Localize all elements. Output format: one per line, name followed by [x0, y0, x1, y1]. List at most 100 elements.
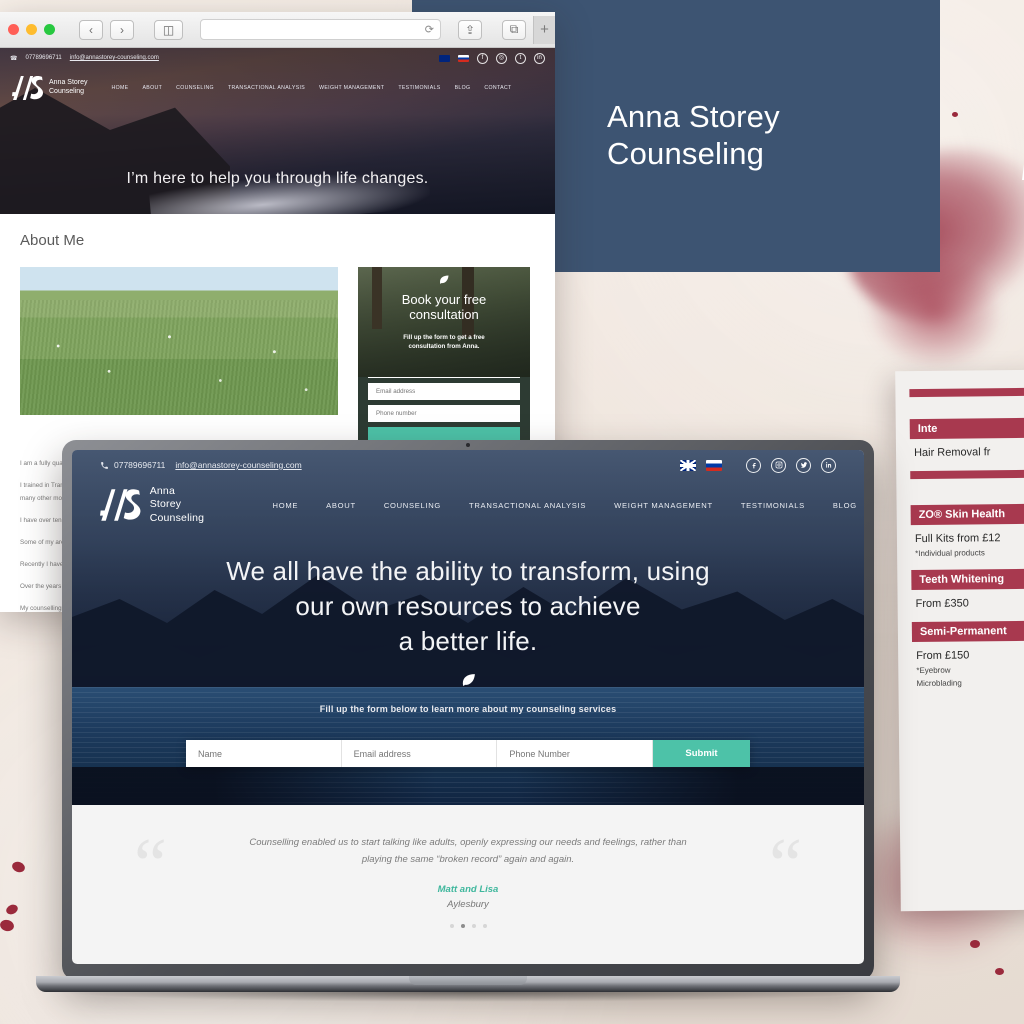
price-note: Microblading — [916, 678, 962, 689]
bg-nav-menu: HOME ABOUT COUNSELING TRANSACTIONAL ANAL… — [112, 85, 512, 91]
carousel-dot-2[interactable] — [460, 924, 465, 929]
flag-uk-icon[interactable] — [439, 54, 450, 62]
flag-uk-icon[interactable] — [680, 459, 696, 471]
as-monogram-icon — [12, 75, 44, 101]
bg-nav-item-counseling[interactable]: COUNSELING — [176, 85, 214, 91]
email-contact[interactable]: info@annastorey-counseling.com — [175, 460, 301, 470]
bg-about-section: About Me Book your free consultation Fil… — [0, 214, 555, 445]
show-tabs-button[interactable]: ⧉ — [502, 19, 526, 40]
macbook-lid: 07789696711 info@annastorey-counseling.c… — [62, 440, 874, 980]
flag-ru-icon[interactable] — [458, 54, 469, 62]
new-tab-button[interactable]: + — [533, 15, 555, 44]
hero-subtitle: Fill up the form below to learn more abo… — [319, 704, 617, 715]
carousel-dot-3[interactable] — [471, 924, 476, 929]
phone-number[interactable]: 07789696711 — [114, 460, 165, 470]
hero-headline: We all have the ability to transform, us… — [226, 556, 710, 656]
carousel-dots — [449, 924, 487, 929]
back-button[interactable]: ‹ — [79, 19, 103, 40]
email-link[interactable]: info@annastorey-counseling.com — [70, 55, 159, 61]
carousel-dot-4[interactable] — [482, 924, 487, 929]
macbook-screen: 07789696711 info@annastorey-counseling.c… — [72, 450, 864, 964]
price-line: From £150 — [916, 649, 970, 663]
minimize-window-button[interactable] — [26, 24, 37, 35]
reload-icon[interactable]: ⟳ — [425, 23, 434, 36]
nav-item-home[interactable]: HOME — [259, 501, 313, 510]
price-section-bar: Inte — [909, 416, 1024, 440]
bg-site-topbar: ☎ 07789696711 info@annastorey-counseling… — [0, 48, 555, 68]
zoom-window-button[interactable] — [44, 24, 55, 35]
instagram-icon[interactable]: ◎ — [496, 52, 507, 64]
twitter-icon[interactable]: t — [515, 52, 526, 64]
sidebar-toggle-button[interactable]: ◫ — [154, 19, 183, 40]
paint-dot — [952, 112, 958, 117]
bg-nav-item-contact[interactable]: CONTACT — [484, 85, 511, 91]
bg-nav-item-blog[interactable]: BLOG — [455, 85, 471, 91]
nav-item-counseling[interactable]: COUNSELING — [370, 501, 455, 510]
paint-dot — [995, 968, 1004, 975]
bg-hero-headline: I’m here to help you through life change… — [126, 170, 429, 187]
bg-nav-item-testimonials[interactable]: TESTIMONIALS — [398, 85, 440, 91]
consultation-email-input[interactable] — [368, 383, 520, 401]
bg-nav-item-transactional-analysis[interactable]: TRANSACTIONAL ANALYSIS — [228, 85, 305, 91]
macbook-shadow — [56, 992, 880, 1002]
price-section-bar — [909, 386, 1024, 398]
forward-button[interactable]: › — [110, 19, 134, 40]
twitter-icon[interactable] — [796, 457, 811, 473]
site-topbar: 07789696711 info@annastorey-counseling.c… — [72, 450, 864, 480]
browser-toolbar: ‹ › ◫ ⟳ ⇪ ⧉ + — [0, 12, 555, 48]
phone-icon: ☎ — [10, 55, 18, 62]
macbook-notch — [409, 976, 527, 985]
site-logo[interactable]: Anna Storey Counseling — [100, 485, 207, 525]
email-input[interactable] — [341, 740, 498, 767]
testimonial-location: Aylesbury — [447, 899, 489, 911]
bg-site-hero: ☎ 07789696711 info@annastorey-counseling… — [0, 48, 555, 214]
testimonial-text: Counselling enabled us to start talking … — [249, 836, 687, 865]
hero-section: 07789696711 info@annastorey-counseling.c… — [72, 450, 864, 805]
contact-form: Submit — [186, 740, 751, 767]
flag-ru-icon[interactable] — [706, 459, 722, 471]
carousel-dot-1[interactable] — [449, 924, 454, 929]
phone-contact[interactable]: 07789696711 — [100, 460, 165, 470]
nav-item-weight-management[interactable]: WEIGHT MANAGEMENT — [600, 501, 727, 510]
nav-item-testimonials[interactable]: TESTIMONIALS — [727, 501, 819, 510]
share-button[interactable]: ⇪ — [458, 19, 482, 40]
price-section-bar: ZO® Skin Health — [910, 502, 1024, 526]
bg-nav-item-home[interactable]: HOME — [112, 85, 129, 91]
webcam-icon — [466, 443, 470, 447]
bg-nav-item-about[interactable]: ABOUT — [143, 85, 163, 91]
price-note: *Individual products — [915, 548, 985, 559]
quote-close-icon: “ — [769, 824, 802, 906]
linkedin-icon[interactable] — [821, 457, 836, 473]
nav-item-transactional-analysis[interactable]: TRANSACTIONAL ANALYSIS — [455, 501, 600, 510]
phone-icon — [101, 461, 108, 469]
phone-input[interactable] — [497, 740, 654, 767]
consultation-title: Book your free consultation — [401, 292, 487, 322]
name-input[interactable] — [186, 740, 342, 767]
consultation-phone-input[interactable] — [368, 405, 520, 423]
bg-nav-item-weight-management[interactable]: WEIGHT MANAGEMENT — [319, 85, 384, 91]
price-line: Hair Removal fr — [913, 446, 991, 460]
hero-shoreline — [72, 767, 864, 805]
email-link[interactable]: info@annastorey-counseling.com — [175, 460, 301, 470]
price-line: Full Kits from £12 — [914, 532, 1001, 546]
phone-number[interactable]: 07789696711 — [25, 55, 61, 61]
submit-button[interactable]: Submit — [653, 740, 751, 767]
bg-site-nav: Anna Storey Counseling HOME ABOUT COUNSE… — [0, 70, 555, 106]
address-bar[interactable]: ⟳ — [200, 19, 441, 40]
paint-dot — [970, 940, 980, 948]
instagram-icon[interactable] — [771, 457, 786, 473]
close-window-button[interactable] — [8, 24, 19, 35]
linkedin-icon[interactable]: in — [534, 52, 545, 64]
facebook-icon[interactable]: f — [477, 52, 488, 64]
nav-item-blog[interactable]: BLOG — [819, 501, 864, 510]
nav-item-about[interactable]: ABOUT — [312, 501, 370, 510]
quote-open-icon: “ — [134, 824, 167, 906]
consultation-card: Book your free consultation Fill up the … — [358, 267, 530, 445]
macbook-mockup: 07789696711 info@annastorey-counseling.c… — [36, 440, 900, 1024]
nav-menu: HOME ABOUT COUNSELING TRANSACTIONAL ANAL… — [259, 501, 864, 510]
bg-site-logo[interactable]: Anna Storey Counseling — [12, 74, 88, 102]
site-nav: Anna Storey Counseling HOME ABOUT COUNSE… — [72, 484, 864, 526]
price-list-sheet: Inte Hair Removal fr ZO® Skin Health Ful… — [895, 368, 1024, 912]
price-section-bar — [910, 468, 1024, 480]
facebook-icon[interactable] — [746, 457, 761, 473]
